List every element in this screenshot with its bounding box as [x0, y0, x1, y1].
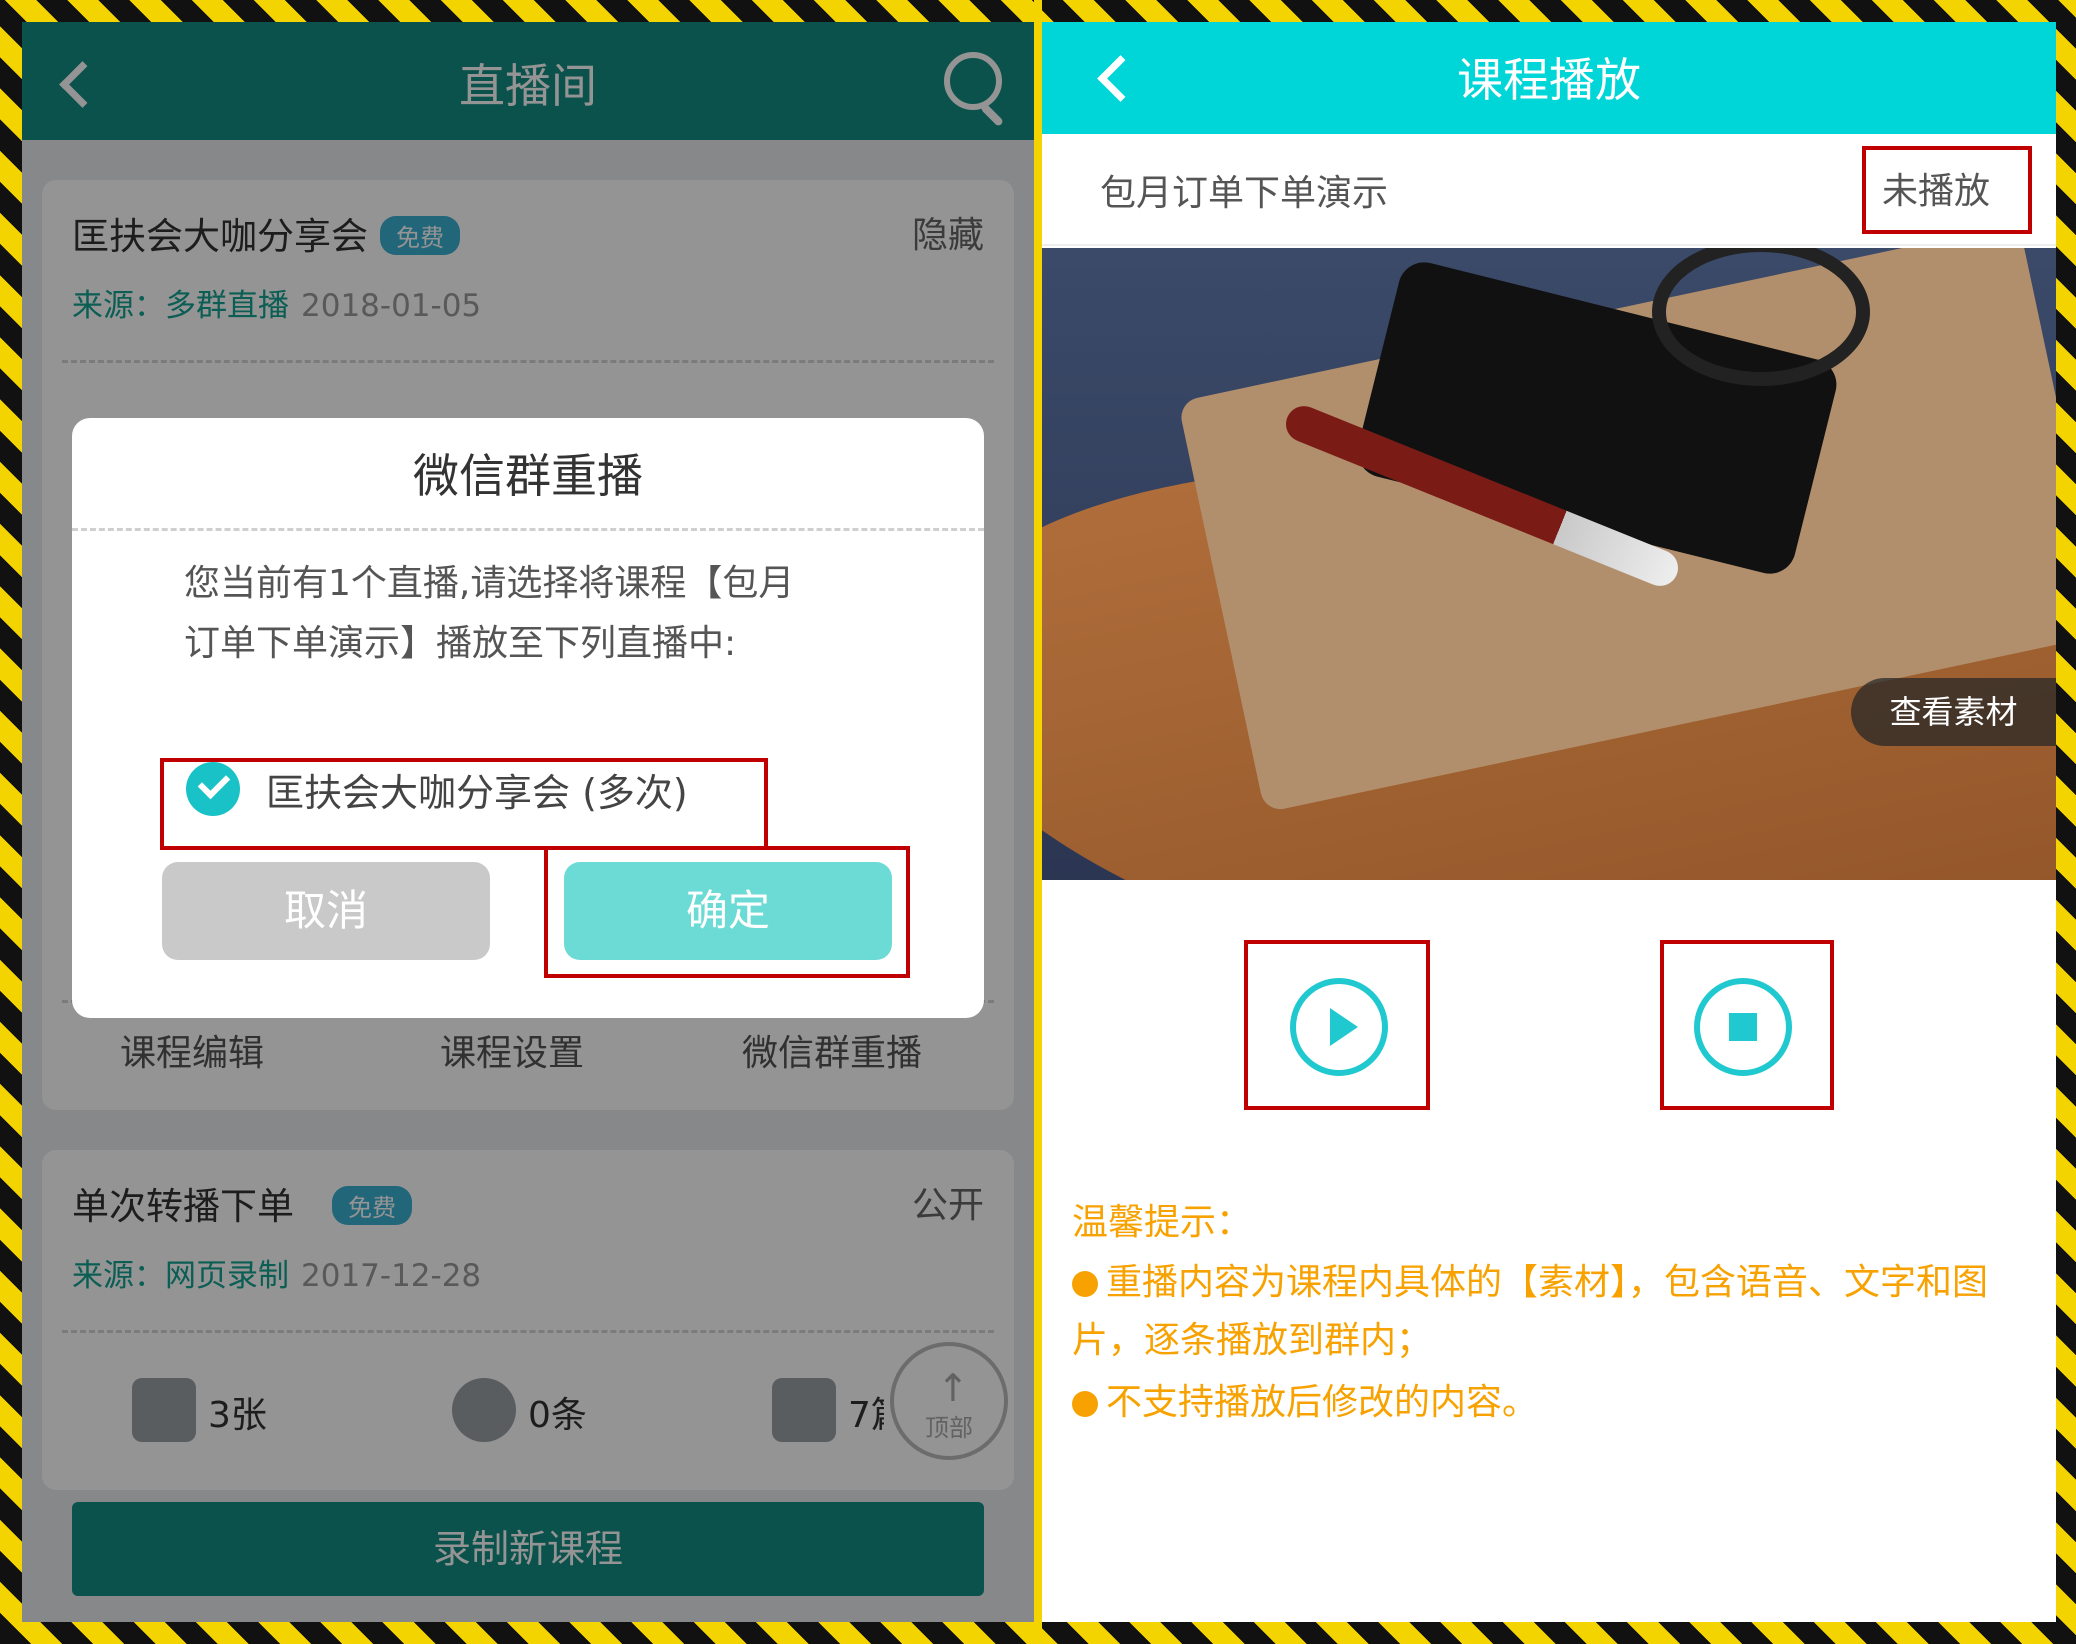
tips-title: 温馨提示： [1072, 1202, 1253, 1243]
panel-divider [1034, 0, 1042, 1644]
bullet-icon [1072, 1271, 1098, 1297]
right-header: 课程播放 [1042, 22, 2056, 134]
highlight-box-stop [1660, 940, 1834, 1110]
dialog-title: 微信群重播 [413, 449, 643, 503]
bullet-icon [1072, 1391, 1098, 1417]
view-material-button[interactable]: 查看素材 [1851, 678, 2056, 746]
live-room-screen: 直播间 匡扶会大咖分享会 免费 隐藏 来源：多群直播 2018-01-05 课程编… [22, 22, 1034, 1622]
right-page-title: 课程播放 [1457, 53, 1641, 107]
tip-item-1-text: 重播内容为课程内具体的【素材】，包含语音、文字和图片，逐条播放到群内； [1072, 1262, 1989, 1361]
tip-item-2: 不支持播放后修改的内容。 [1072, 1374, 2032, 1432]
dialog-message: 您当前有1个直播,请选择将课程【包月订单下单演示】播放至下列直播中: [184, 563, 795, 664]
highlight-box-option [160, 758, 768, 850]
course-playback-screen: 课程播放 包月订单下单演示 未播放 查看素材 温馨提示： 重播内容为课程内具体的… [1042, 22, 2056, 1622]
highlight-box-play [1244, 940, 1430, 1110]
wechat-replay-dialog: 微信群重播 您当前有1个直播,请选择将课程【包月订单下单演示】播放至下列直播中:… [72, 418, 984, 1018]
cancel-button[interactable]: 取消 [162, 862, 490, 960]
course-name: 包月订单下单演示 [1100, 173, 1389, 214]
highlight-box-status [1862, 146, 2032, 234]
header-separator [1042, 244, 2056, 246]
tip-item-1: 重播内容为课程内具体的【素材】，包含语音、文字和图片，逐条播放到群内； [1072, 1254, 2032, 1370]
dialog-divider [72, 528, 984, 531]
highlight-box-confirm [544, 846, 910, 978]
tip-item-2-text: 不支持播放后修改的内容。 [1106, 1382, 1539, 1423]
course-cover-image: 查看素材 [1042, 248, 2056, 880]
